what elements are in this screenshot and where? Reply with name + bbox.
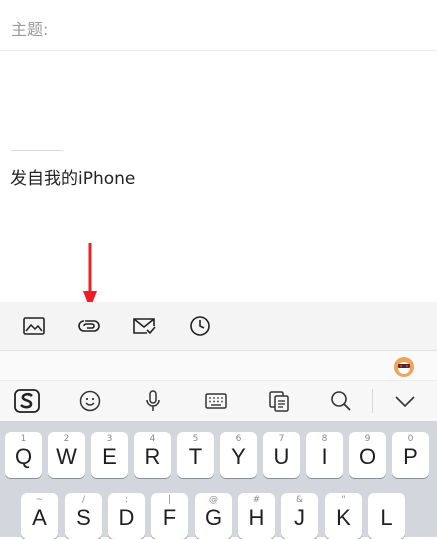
collapse-keyboard-button[interactable]: [391, 388, 419, 414]
key-j[interactable]: & J: [281, 493, 318, 539]
collapse-icon: [395, 396, 415, 408]
key-y[interactable]: 6 Y: [220, 432, 257, 478]
clipboard-button[interactable]: [265, 388, 293, 414]
key-a[interactable]: ~ A: [21, 493, 58, 539]
emoji-icon: [79, 390, 101, 412]
key-o[interactable]: 9 O: [349, 432, 386, 478]
attachment-button[interactable]: [76, 314, 102, 338]
mail-check-button[interactable]: [131, 314, 157, 338]
attachment-toolbar: [0, 302, 437, 351]
key-r[interactable]: 4 R: [134, 432, 171, 478]
clock-icon: [190, 316, 210, 336]
ime-toolbar: [0, 380, 437, 421]
keyboard-switch-button[interactable]: [202, 388, 230, 414]
key-h[interactable]: # H: [238, 493, 275, 539]
ime-candidate-strip: [0, 351, 437, 380]
key-d[interactable]: : D: [108, 493, 145, 539]
voice-input-button[interactable]: [139, 388, 167, 414]
key-l[interactable]: L: [368, 493, 405, 539]
key-q[interactable]: 1 Q: [5, 432, 42, 478]
subject-field[interactable]: 主题:: [0, 0, 437, 51]
image-icon: [23, 317, 45, 335]
sogou-logo-icon: [14, 389, 40, 413]
signature-text[interactable]: 发自我的iPhone: [10, 164, 135, 189]
ime-avatar-icon[interactable]: [393, 356, 415, 378]
emoji-button[interactable]: [76, 388, 104, 414]
image-button[interactable]: [21, 314, 47, 338]
mail-check-icon: [133, 318, 156, 335]
ime-toolbar-separator: [372, 389, 373, 413]
key-g[interactable]: @ G: [195, 493, 232, 539]
subject-label: 主题:: [11, 20, 49, 39]
key-u[interactable]: 7 U: [263, 432, 300, 478]
key-i[interactable]: 8 I: [306, 432, 343, 478]
clipboard-icon: [269, 391, 289, 412]
key-k[interactable]: " K: [325, 493, 362, 539]
keyboard: 1 Q 2 W 3 E 4 R 5 T 6 Y 7 U 8 I 9 O 0 P …: [0, 421, 437, 539]
key-f[interactable]: | F: [151, 493, 188, 539]
schedule-button[interactable]: [187, 314, 213, 338]
search-icon: [331, 391, 351, 411]
key-w[interactable]: 2 W: [48, 432, 85, 478]
search-button[interactable]: [327, 388, 355, 414]
signature-divider: [11, 150, 63, 151]
sogou-menu-button[interactable]: [13, 388, 41, 414]
microphone-icon: [146, 390, 160, 411]
key-t[interactable]: 5 T: [177, 432, 214, 478]
keyboard-icon: [205, 393, 227, 409]
key-s[interactable]: / S: [65, 493, 102, 539]
key-p[interactable]: 0 P: [392, 432, 429, 478]
key-e[interactable]: 3 E: [91, 432, 128, 478]
attachment-icon: [78, 320, 100, 332]
